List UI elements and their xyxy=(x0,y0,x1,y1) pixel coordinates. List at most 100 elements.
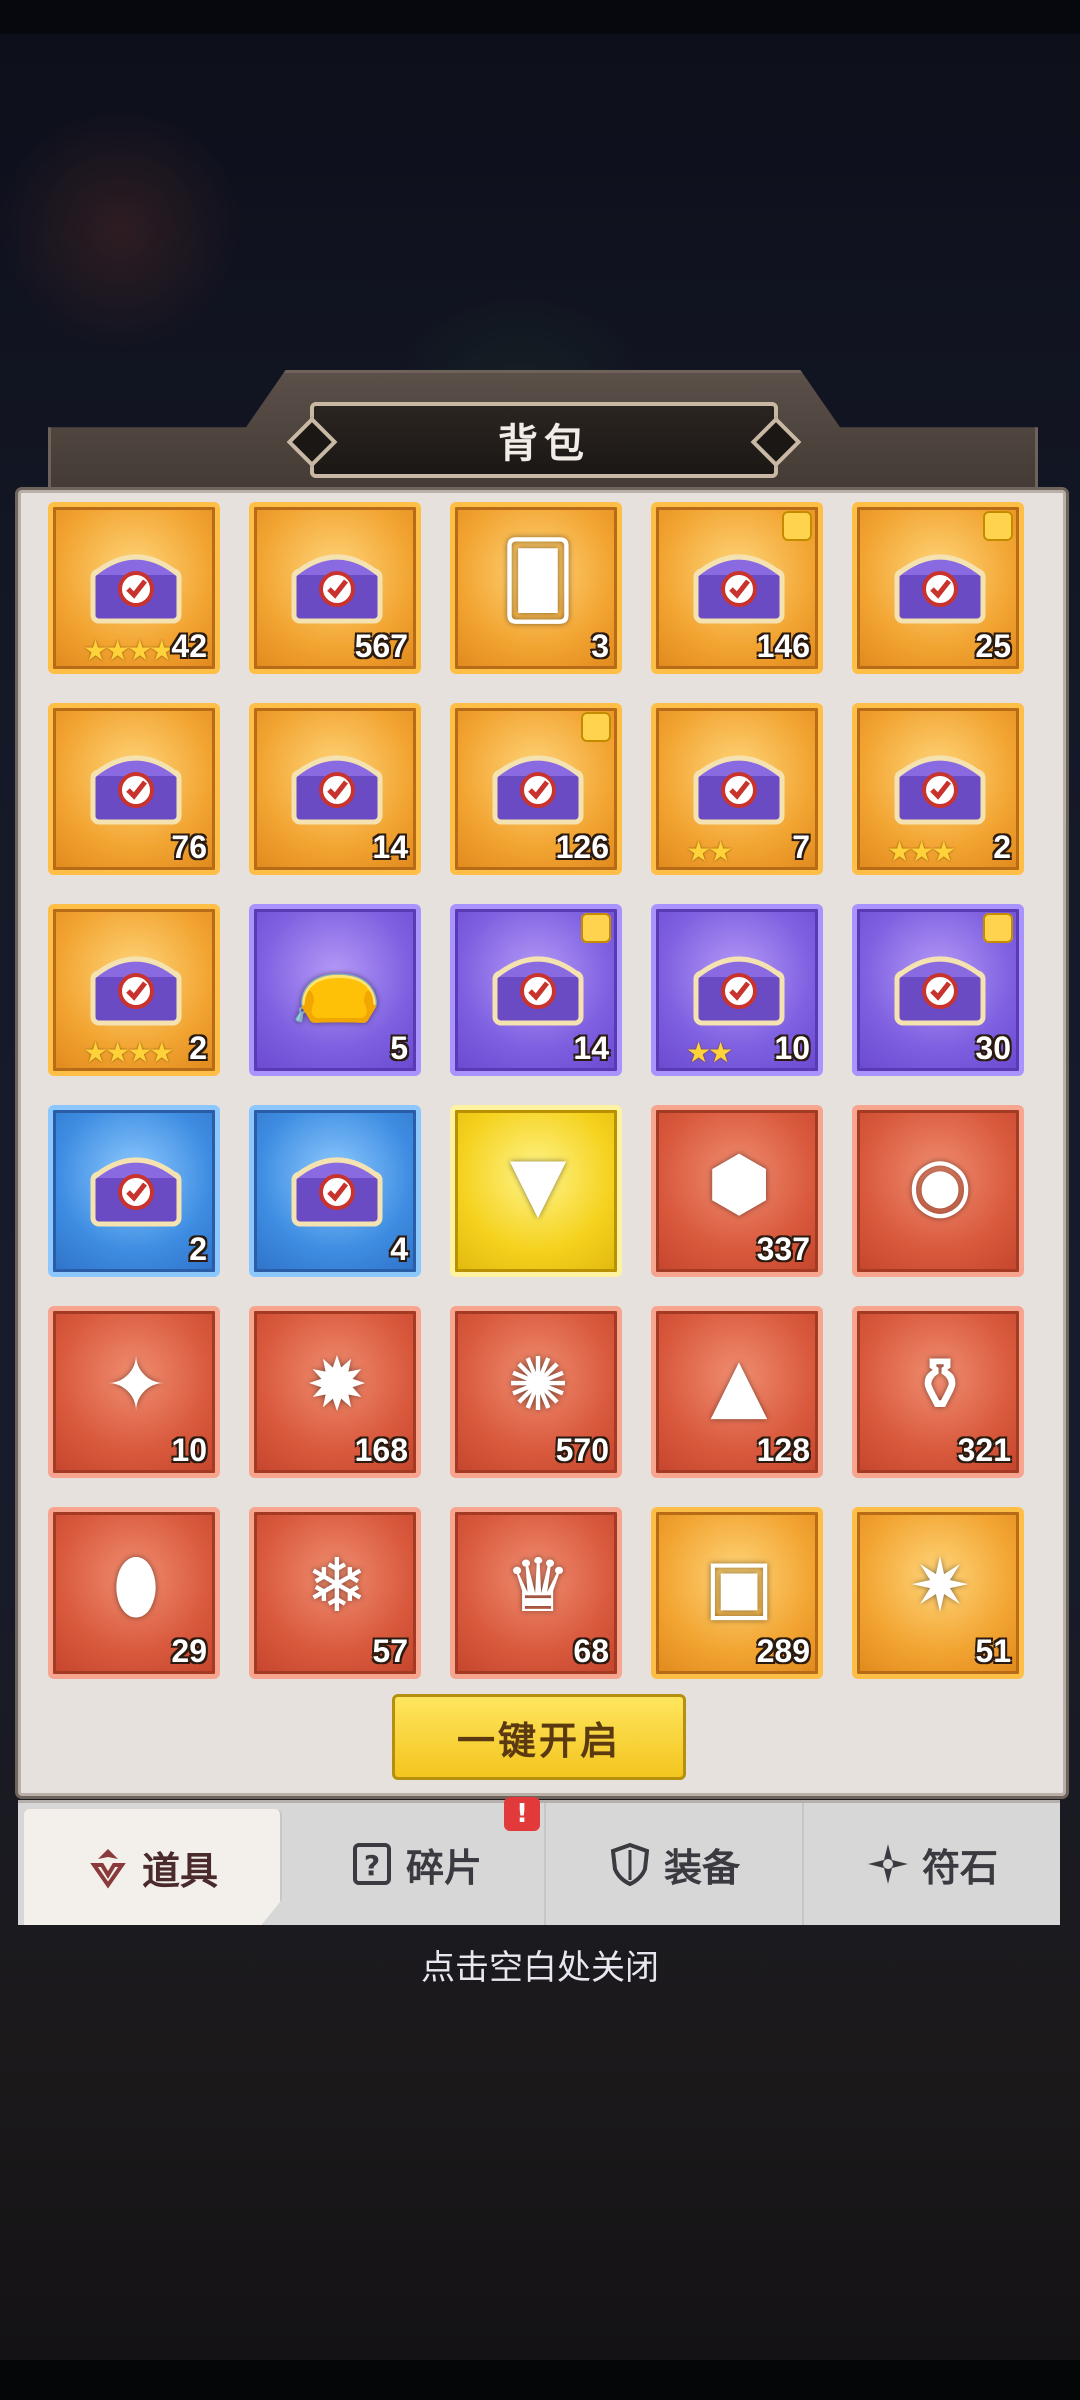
sealed-orb-icon: ◉ xyxy=(907,1141,973,1227)
item-slot[interactable]: ★★ 10 xyxy=(651,904,823,1076)
item-slot[interactable]: 126 xyxy=(450,703,622,875)
item-count: 51 xyxy=(975,1633,1011,1669)
puzzle-piece-icon xyxy=(581,913,611,943)
star-rating: ★★ xyxy=(686,835,733,868)
item-slot[interactable]: 🂠 3 xyxy=(450,502,622,674)
item-slot[interactable]: ★★★★ 2 xyxy=(48,904,220,1076)
item-slot[interactable]: ★★★★ 42 xyxy=(48,502,220,674)
mystery-purple-chest-icon xyxy=(483,931,593,1035)
item-slot[interactable]: 👝 5 xyxy=(249,904,421,1076)
puzzle-piece-icon xyxy=(983,913,1013,943)
item-slot[interactable]: 146 xyxy=(651,502,823,674)
gold-book-icon: ▣ xyxy=(704,1543,774,1629)
item-slot[interactable]: ✷ 51 xyxy=(852,1507,1024,1679)
item-slot[interactable]: ✹ 168 xyxy=(249,1306,421,1478)
item-count: 3 xyxy=(591,628,609,664)
ice-flower-icon: ❄ xyxy=(305,1543,368,1629)
crystal-select-chest-icon xyxy=(282,730,392,834)
prism-crystal-icon: ✦ xyxy=(104,1342,167,1428)
item-slot[interactable]: ◉ xyxy=(852,1105,1024,1277)
item-slot[interactable]: ▣ 289 xyxy=(651,1507,823,1679)
mystery-pet-chest-icon xyxy=(81,1132,191,1236)
tab-runes[interactable]: 符石 xyxy=(804,1803,1060,1925)
gear-select-chest-icon xyxy=(885,730,995,834)
item-slot[interactable]: 14 xyxy=(450,904,622,1076)
item-count: 76 xyxy=(171,829,207,865)
page-title: 背包 xyxy=(498,421,590,467)
item-slot[interactable]: 30 xyxy=(852,904,1024,1076)
item-slot[interactable]: ⚱ 321 xyxy=(852,1306,1024,1478)
puzzle-piece-icon xyxy=(782,511,812,541)
item-count: 14 xyxy=(372,829,408,865)
tab-equipment-label: 装备 xyxy=(663,1845,740,1890)
item-slot[interactable]: 567 xyxy=(249,502,421,674)
red-pouch-icon: 👝 xyxy=(290,939,384,1026)
ruby-crown-icon: ♛ xyxy=(504,1543,572,1629)
item-count: 2 xyxy=(189,1231,207,1267)
item-slot[interactable]: ⬮ 29 xyxy=(48,1507,220,1679)
item-count: 337 xyxy=(756,1231,810,1267)
tab-items[interactable]: 道具 xyxy=(24,1809,282,1925)
puzzle-piece-icon xyxy=(983,511,1013,541)
tab-items-label: 道具 xyxy=(141,1848,218,1893)
item-slot[interactable]: 76 xyxy=(48,703,220,875)
purple-potion-icon: ⚱ xyxy=(908,1342,971,1428)
item-bag-icon xyxy=(86,1845,130,1889)
shield-icon xyxy=(608,1842,652,1886)
item-slot[interactable]: ★★★ 2 xyxy=(852,703,1024,875)
tab-bar: 道具 ? 碎片 ! 装备 符石 xyxy=(18,1797,1060,1925)
item-slot[interactable]: ▼ xyxy=(450,1105,622,1277)
gem-select-chest-icon xyxy=(81,730,191,834)
hero-card-icon: 🂠 xyxy=(500,538,576,624)
navigation-bar xyxy=(0,2360,1080,2400)
item-slot[interactable]: ✺ 570 xyxy=(450,1306,622,1478)
star-rating: ★★ xyxy=(686,1036,733,1069)
ice-cube-icon: ⬢ xyxy=(706,1141,772,1227)
golden-egg-icon: ⬮ xyxy=(112,1542,160,1629)
fragment-question-icon: ? xyxy=(350,1842,394,1886)
tab-fragments[interactable]: ? 碎片 ! xyxy=(288,1797,546,1925)
item-slot[interactable]: ⬢ 337 xyxy=(651,1105,823,1277)
silver-chest-icon xyxy=(684,529,794,633)
open-all-button[interactable]: 一键开启 xyxy=(392,1694,686,1780)
item-count: 14 xyxy=(573,1030,609,1066)
card-select-chest-icon xyxy=(483,730,593,834)
item-slot[interactable]: 4 xyxy=(249,1105,421,1277)
item-count: 570 xyxy=(555,1432,609,1468)
tab-runes-label: 符石 xyxy=(921,1845,998,1890)
item-count: 567 xyxy=(354,628,408,664)
item-count: 30 xyxy=(975,1030,1011,1066)
gear-select-chest-icon xyxy=(81,931,191,1035)
item-count: 289 xyxy=(756,1633,810,1669)
item-slot[interactable]: ❄ 57 xyxy=(249,1507,421,1679)
mystery-gear-chest-icon xyxy=(684,931,794,1035)
item-count: 42 xyxy=(171,628,207,664)
item-slot[interactable]: ★★ 7 xyxy=(651,703,823,875)
item-slot[interactable]: ♛ 68 xyxy=(450,1507,622,1679)
star-rating: ★★★★ xyxy=(83,1036,174,1069)
select-purple-chest-icon xyxy=(885,931,995,1035)
item-count: 2 xyxy=(993,829,1011,865)
item-count: 57 xyxy=(372,1633,408,1669)
item-slot[interactable]: ▲ 128 xyxy=(651,1306,823,1478)
star-rating: ★★★★ xyxy=(83,634,174,667)
item-slot[interactable]: 14 xyxy=(249,703,421,875)
item-count: 10 xyxy=(171,1432,207,1468)
close-hint-text: 点击空白处关闭 xyxy=(421,1948,659,1988)
puzzle-piece-icon xyxy=(581,712,611,742)
tab-equipment[interactable]: 装备 xyxy=(546,1803,804,1925)
item-slot[interactable]: 25 xyxy=(852,502,1024,674)
item-slot[interactable]: 2 xyxy=(48,1105,220,1277)
svg-text:?: ? xyxy=(364,1849,380,1882)
item-count: 128 xyxy=(756,1432,810,1468)
wooden-chest-icon xyxy=(885,529,995,633)
item-slot[interactable]: ✦ 10 xyxy=(48,1306,220,1478)
item-count: 146 xyxy=(756,628,810,664)
vine-gem-icon: ▼ xyxy=(509,1141,567,1227)
green-emblem-icon: ✺ xyxy=(506,1342,569,1428)
star-rating: ★★★ xyxy=(887,835,956,868)
item-count: 5 xyxy=(390,1030,408,1066)
golden-star-icon: ✷ xyxy=(908,1543,971,1629)
blue-treasure-chest-icon xyxy=(282,529,392,633)
item-count: 126 xyxy=(555,829,609,865)
